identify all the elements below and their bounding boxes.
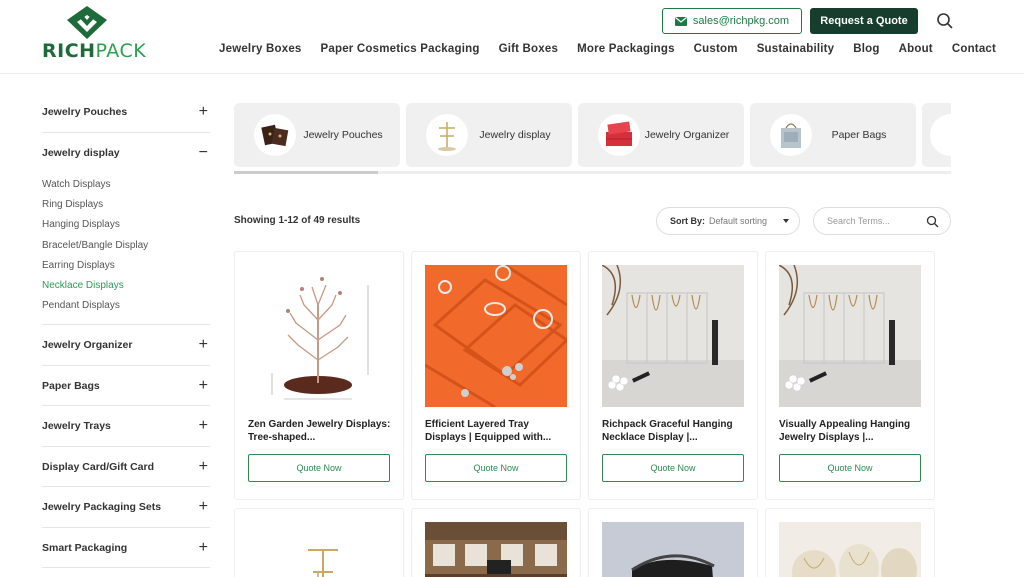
product-image-t-bar-stand[interactable] xyxy=(248,522,390,577)
expand-plus-icon[interactable]: + xyxy=(199,539,208,557)
product-image-tree-display[interactable] xyxy=(248,265,390,407)
sidebar-sub-pendant-displays[interactable]: Pendant Displays xyxy=(42,296,210,316)
expand-plus-icon[interactable]: + xyxy=(199,458,208,476)
sidebar-sub-bracelet-display[interactable]: Bracelet/Bangle Display xyxy=(42,236,210,256)
nav-contact[interactable]: Contact xyxy=(952,43,996,55)
richpack-logo[interactable]: RICHPACK xyxy=(42,6,146,64)
category-sidebar: Jewelry Pouches + Jewelry display − Watc… xyxy=(42,92,210,569)
sidebar-category-jewelry-trays[interactable]: Jewelry Trays + xyxy=(42,406,210,447)
product-card[interactable] xyxy=(234,508,404,577)
sidebar-sub-ring-displays[interactable]: Ring Displays xyxy=(42,195,210,215)
search-icon[interactable] xyxy=(926,215,939,228)
product-card[interactable]: Richpack Graceful Hanging Necklace Displ… xyxy=(588,251,758,500)
carousel-card-partial[interactable] xyxy=(922,103,951,167)
logo-icon xyxy=(67,6,107,39)
product-title[interactable]: Efficient Layered Tray Displays | Equipp… xyxy=(425,418,569,444)
expand-plus-icon[interactable]: + xyxy=(199,336,208,354)
sidebar-subcategory-list: Watch Displays Ring Displays Hanging Dis… xyxy=(42,173,210,326)
nav-custom[interactable]: Custom xyxy=(694,43,738,55)
expand-plus-icon[interactable]: + xyxy=(199,377,208,395)
expand-plus-icon[interactable]: + xyxy=(199,103,208,121)
nav-blog[interactable]: Blog xyxy=(853,43,879,55)
product-title[interactable]: Visually Appealing Hanging Jewelry Displ… xyxy=(779,418,923,444)
collapse-minus-icon[interactable]: − xyxy=(199,144,208,162)
sidebar-category-smart-packaging[interactable]: Smart Packaging + xyxy=(42,528,210,569)
pouch-thumbnail xyxy=(254,114,296,156)
nav-paper-cosmetics[interactable]: Paper Cosmetics Packaging xyxy=(321,43,480,55)
quote-now-button[interactable]: Quote Now xyxy=(602,454,744,482)
product-image-orange-tray[interactable] xyxy=(425,265,567,407)
partial-thumbnail xyxy=(930,114,951,156)
product-card[interactable] xyxy=(411,508,581,577)
nav-about[interactable]: About xyxy=(899,43,933,55)
paper-bag-thumbnail xyxy=(770,114,812,156)
product-search-input[interactable]: Search Terms... xyxy=(813,207,951,235)
mail-icon xyxy=(674,16,687,26)
organizer-thumbnail xyxy=(598,114,640,156)
request-quote-button[interactable]: Request a Quote xyxy=(810,8,918,34)
search-icon[interactable] xyxy=(936,12,954,30)
quote-now-button[interactable]: Quote Now xyxy=(425,454,567,482)
product-image-dark-stand[interactable] xyxy=(602,522,744,577)
logo-wordmark: RICHPACK xyxy=(42,40,147,62)
sidebar-category-jewelry-display[interactable]: Jewelry display − xyxy=(42,133,210,174)
sidebar-category-display-card[interactable]: Display Card/Gift Card + xyxy=(42,447,210,488)
sort-by-select[interactable]: Sort By: Default sorting xyxy=(656,207,800,235)
nav-more-packagings[interactable]: More Packagings xyxy=(577,43,675,55)
product-card[interactable]: Zen Garden Jewelry Displays: Tree-shaped… xyxy=(234,251,404,500)
carousel-card-jewelry-pouches[interactable]: Jewelry Pouches xyxy=(234,103,400,167)
carousel-scrollbar[interactable] xyxy=(234,171,951,174)
sidebar-category-packaging-sets[interactable]: Jewelry Packaging Sets + xyxy=(42,487,210,528)
product-title[interactable]: Zen Garden Jewelry Displays: Tree-shaped… xyxy=(248,418,392,444)
site-header: RICHPACK sales@richpkg.com Request a Quo… xyxy=(0,0,1024,74)
category-carousel: Jewelry Pouches Jewelry display Jewelry … xyxy=(234,103,951,167)
sidebar-category-jewelry-pouches[interactable]: Jewelry Pouches + xyxy=(42,92,210,133)
results-count: Showing 1-12 of 49 results xyxy=(234,215,361,226)
product-title[interactable]: Richpack Graceful Hanging Necklace Displ… xyxy=(602,418,746,444)
quote-now-button[interactable]: Quote Now xyxy=(248,454,390,482)
product-card[interactable] xyxy=(588,508,758,577)
carousel-card-jewelry-display[interactable]: Jewelry display xyxy=(406,103,572,167)
sidebar-sub-earring-displays[interactable]: Earring Displays xyxy=(42,256,210,276)
product-image-hanging-jewelry-display[interactable] xyxy=(779,265,921,407)
sidebar-category-jewelry-organizer[interactable]: Jewelry Organizer + xyxy=(42,325,210,366)
product-card[interactable]: Efficient Layered Tray Displays | Equipp… xyxy=(411,251,581,500)
sidebar-sub-hanging-displays[interactable]: Hanging Displays xyxy=(42,215,210,235)
product-image-hanging-necklace-display[interactable] xyxy=(602,265,744,407)
display-stand-thumbnail xyxy=(426,114,468,156)
expand-plus-icon[interactable]: + xyxy=(199,417,208,435)
product-image-cream-display[interactable] xyxy=(779,522,921,577)
expand-plus-icon[interactable]: + xyxy=(199,498,208,516)
nav-jewelry-boxes[interactable]: Jewelry Boxes xyxy=(219,43,302,55)
product-card[interactable] xyxy=(765,508,935,577)
carousel-scroll-thumb[interactable] xyxy=(234,171,378,174)
nav-sustainability[interactable]: Sustainability xyxy=(757,43,835,55)
email-label: sales@richpkg.com xyxy=(692,15,790,27)
sidebar-sub-necklace-displays[interactable]: Necklace Displays xyxy=(42,276,210,296)
sidebar-sub-watch-displays[interactable]: Watch Displays xyxy=(42,175,210,195)
carousel-card-paper-bags[interactable]: Paper Bags xyxy=(750,103,916,167)
product-image-store-display[interactable] xyxy=(425,522,567,577)
chevron-down-icon xyxy=(783,219,789,223)
product-card[interactable]: Visually Appealing Hanging Jewelry Displ… xyxy=(765,251,935,500)
nav-gift-boxes[interactable]: Gift Boxes xyxy=(499,43,559,55)
quote-now-button[interactable]: Quote Now xyxy=(779,454,921,482)
carousel-card-jewelry-organizer[interactable]: Jewelry Organizer xyxy=(578,103,744,167)
email-button[interactable]: sales@richpkg.com xyxy=(662,8,802,34)
main-nav: Jewelry Boxes Paper Cosmetics Packaging … xyxy=(219,43,996,55)
sidebar-category-paper-bags[interactable]: Paper Bags + xyxy=(42,366,210,407)
